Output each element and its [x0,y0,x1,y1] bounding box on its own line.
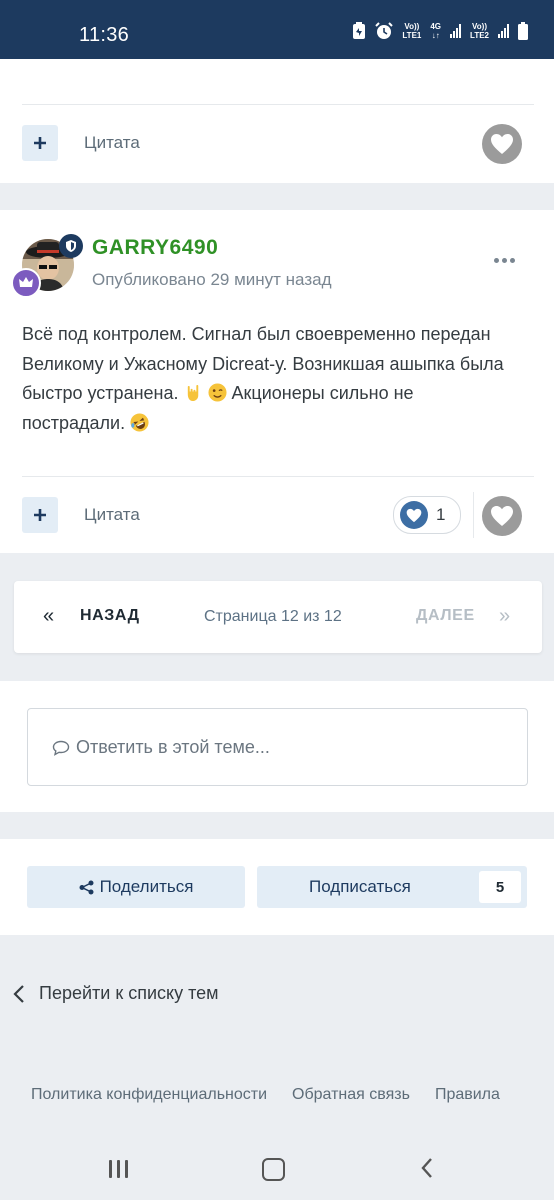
post-multiquote-button[interactable] [22,497,58,533]
divider [22,104,534,105]
post-line-4: пострадали. [22,409,534,439]
network-4g-top: 4G [430,22,442,31]
alarm-icon [375,22,394,40]
network-lte1-bottom: LTE1 [402,31,422,40]
next-arrow-icon: » [499,605,511,627]
feedback-link[interactable]: Обратная связь [292,1086,410,1104]
post-line-2: Великому и Ужасному Dicreat-у. Возникшая… [22,353,504,374]
shield-icon [66,240,76,252]
heart-icon [491,506,513,526]
next-page-button: ДАЛЕЕ [416,607,475,624]
recents-icon[interactable] [109,1160,128,1178]
post-divider [22,476,534,477]
moderator-badge [59,234,83,258]
post-quote-link[interactable]: Цитата [84,505,140,525]
status-time: 11:36 [79,24,130,46]
post-options-icon[interactable] [494,258,515,263]
share-icon [79,880,94,894]
prev-arrow-icon[interactable]: « [43,605,54,628]
plus-icon [34,509,46,521]
post-like-button[interactable] [482,496,522,536]
reaction-heart-icon [400,501,428,529]
post-line-4-text: пострадали. [22,412,126,433]
signal-icon-2 [498,24,509,38]
status-bar: 11:36 Vo)) LTE1 4G ↓↑ Vo)) LTE2 [0,0,554,59]
reply-placeholder-text: Ответить в этой теме... [76,737,270,757]
multiquote-button[interactable] [22,125,58,161]
rock-hand-emoji-icon [187,384,198,402]
chevron-left-icon [13,984,24,1003]
battery-icon [518,22,528,40]
rofl-emoji-icon [130,412,149,432]
reply-placeholder: Ответить в этой теме... [52,737,270,758]
back-to-topics-label: Перейти к списку тем [39,983,219,1003]
rules-link[interactable]: Правила [435,1086,500,1104]
back-to-topics-link[interactable]: Перейти к списку тем [13,983,219,1004]
reply-input[interactable]: Ответить в этой теме... [27,708,528,786]
wink-emoji-icon [207,383,227,402]
network-4g-bottom: ↓↑ [431,31,440,40]
signal-icon [450,24,462,38]
network-lte2-top: Vo)) [472,22,487,31]
post-line-1: Всё под контролем. Сигнал был своевремен… [22,324,491,344]
comment-icon [52,740,70,756]
battery-saver-icon [352,22,366,40]
home-icon[interactable] [262,1158,285,1181]
post-line-3-text: быстро устранена. [22,383,179,403]
network-lte1-top: Vo)) [404,22,420,31]
post-line-3-text-2: Акционеры сильно не [231,383,414,403]
share-button[interactable]: Поделиться [27,866,245,908]
pagination: « НАЗАД Страница 12 из 12 ДАЛЕЕ » [14,581,542,653]
rank-badge [11,268,41,298]
system-nav-bar [0,1130,554,1200]
network-lte2: Vo)) LTE2 [470,22,489,40]
reaction-separator [473,492,474,538]
like-button[interactable] [482,124,522,164]
heart-icon [491,134,513,154]
post-line-3: быстро устранена. Акционеры сильно не [22,379,534,409]
reaction-summary[interactable]: 1 [393,496,461,534]
crown-icon [19,277,33,287]
share-label: Поделиться [99,877,194,896]
post-date: Опубликовано 29 минут назад [92,270,332,289]
subscriber-count: 5 [479,871,521,903]
post-content: Всё под контролем. Сигнал был своевремен… [22,320,534,438]
quote-link[interactable]: Цитата [84,133,140,153]
footer-links: Политика конфиденциальности Обратная свя… [31,1086,500,1104]
reaction-count: 1 [436,505,446,524]
subscribe-button[interactable]: Подписаться 5 [257,866,527,908]
subscribe-label: Подписаться [309,877,411,896]
status-icons: Vo)) LTE1 4G ↓↑ Vo)) LTE2 [352,22,528,40]
network-4g: 4G ↓↑ [430,22,441,40]
back-icon[interactable] [421,1157,433,1184]
network-lte2-bottom: LTE2 [470,31,489,40]
page-indicator[interactable]: Страница 12 из 12 [204,608,342,626]
previous-post-footer: Цитата [0,59,554,183]
prev-page-button[interactable]: НАЗАД [80,607,140,625]
privacy-policy-link[interactable]: Политика конфиденциальности [31,1086,267,1104]
plus-icon [34,137,46,149]
post-author[interactable]: GARRY6490 [92,236,218,260]
network-lte1: Vo)) LTE1 [402,22,421,40]
